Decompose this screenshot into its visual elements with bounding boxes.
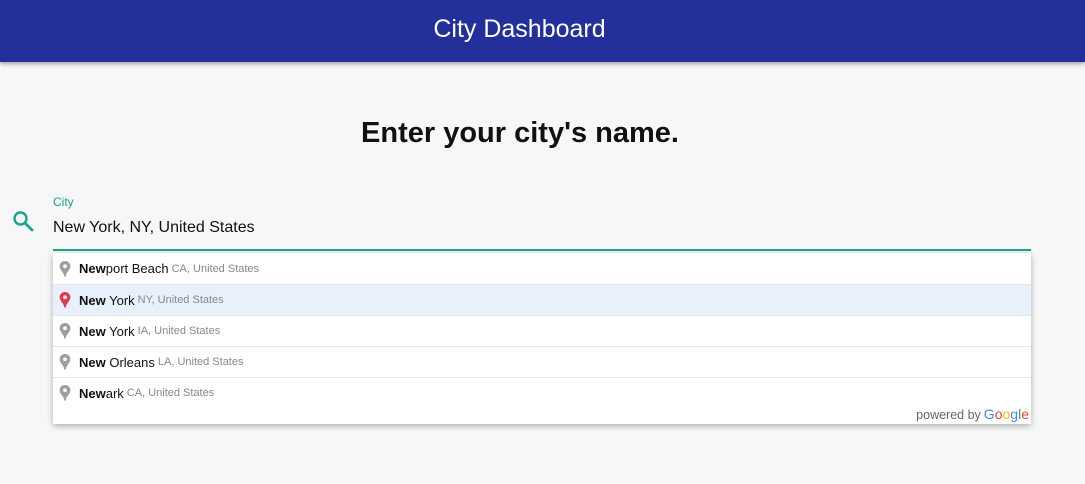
google-logo: Google [983, 406, 1029, 422]
autocomplete-rest: York [105, 292, 135, 308]
autocomplete-match: New [79, 292, 106, 308]
page-prompt: Enter your city's name. [361, 117, 679, 149]
autocomplete-item[interactable]: New Orleans LA, United States [53, 346, 1031, 377]
search-icon [11, 209, 35, 233]
autocomplete-main-text: New York [79, 324, 135, 339]
autocomplete-rest: ark [105, 385, 124, 401]
map-pin-icon [59, 323, 71, 339]
autocomplete-secondary-text: CA, United States [171, 262, 260, 275]
city-field-label: City [53, 195, 74, 209]
autocomplete-item[interactable]: Newport Beach CA, United States [53, 253, 1031, 284]
autocomplete-secondary-text: LA, United States [157, 356, 244, 368]
autocomplete-secondary-text: NY, United States [137, 294, 224, 306]
autocomplete-match: New [79, 354, 106, 370]
autocomplete-item[interactable]: New York NY, United States [53, 284, 1031, 315]
autocomplete-main-text: New York [79, 293, 135, 308]
app-bar: City Dashboard [0, 0, 1085, 62]
autocomplete-match: New [79, 323, 106, 339]
city-input[interactable] [53, 215, 1031, 251]
autocomplete-match: New [79, 261, 106, 276]
autocomplete-rest: port Beach [105, 261, 169, 276]
autocomplete-rest: Orleans [105, 354, 155, 370]
app-title: City Dashboard [433, 14, 606, 43]
autocomplete-main-text: Newark [79, 386, 124, 401]
autocomplete-dropdown: Newport Beach CA, United States New York NY… [53, 253, 1031, 424]
autocomplete-item[interactable]: Newark CA, United States [53, 377, 1031, 408]
autocomplete-main-text: Newport Beach [79, 261, 169, 276]
map-pin-icon [59, 260, 71, 277]
map-pin-icon [59, 385, 71, 401]
autocomplete-match: New [79, 385, 106, 401]
autocomplete-list: Newport Beach CA, United States New York NY… [53, 253, 1031, 408]
autocomplete-item[interactable]: New York IA, United States [53, 315, 1031, 346]
autocomplete-main-text: New Orleans [79, 355, 155, 370]
powered-by-google: powered by Google [916, 406, 1029, 422]
map-pin-icon [59, 354, 71, 370]
autocomplete-secondary-text: IA, United States [137, 325, 221, 337]
autocomplete-rest: York [105, 323, 135, 339]
powered-by-text: powered by [916, 408, 981, 422]
autocomplete-secondary-text: CA, United States [126, 387, 215, 399]
map-pin-icon [59, 292, 71, 308]
